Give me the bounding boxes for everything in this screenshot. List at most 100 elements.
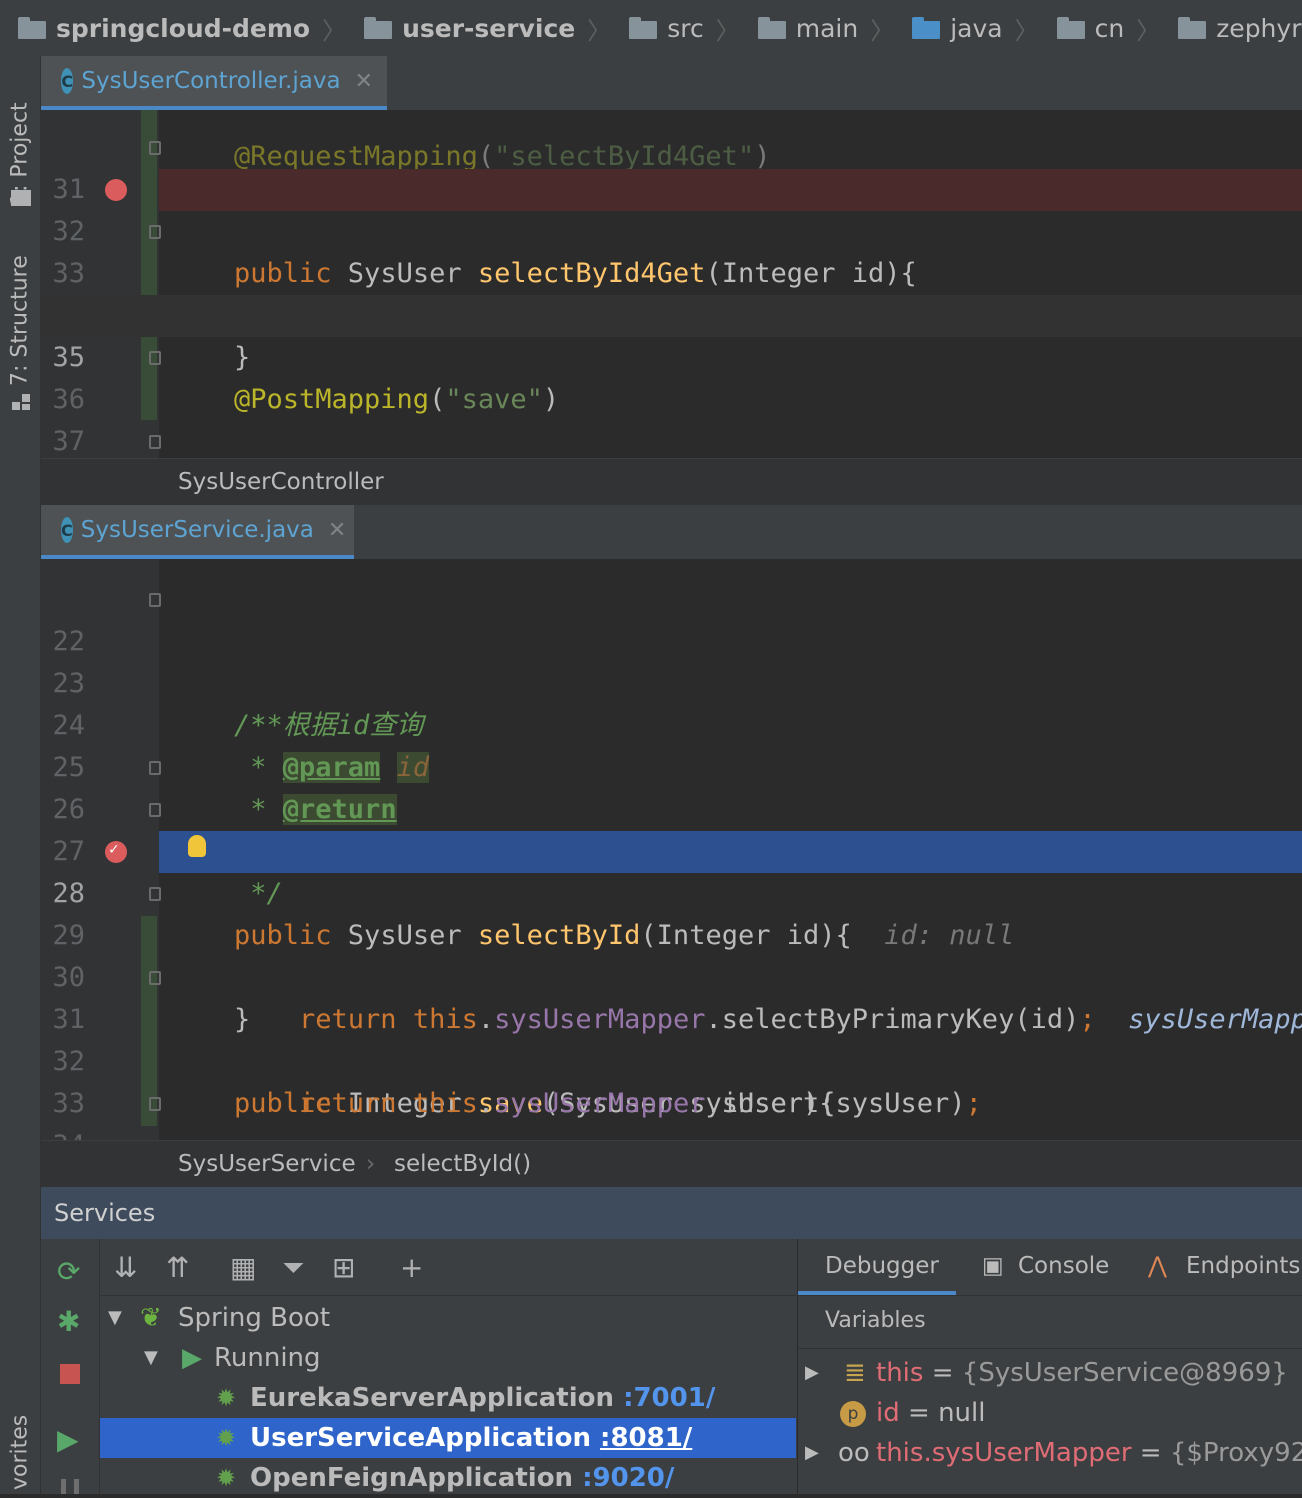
stack-icon: ≣ (844, 1358, 866, 1388)
variable-value: null (938, 1398, 986, 1428)
editor1-code-area[interactable]: @RequestMapping("selectById4Get") 31 pub… (41, 110, 1302, 458)
debugger-panel: Debugger ▣ Console ⋀ Endpoints Variables… (797, 1239, 1302, 1494)
variable-value: {$Proxy92@ (1169, 1438, 1302, 1468)
fold-marker-icon[interactable] (149, 971, 161, 985)
breadcrumb-class[interactable]: SysUserService (178, 1141, 356, 1187)
crumb-zephyr[interactable]: zephyr 〉 (1178, 11, 1302, 46)
services-tree: ▼ ❦ Spring Boot ▼ ▶ Running ✹ EurekaServ… (100, 1296, 796, 1494)
close-icon[interactable]: ✕ (328, 518, 346, 543)
new-tab-icon[interactable]: ⊞ (332, 1251, 355, 1284)
resume-icon[interactable]: ▶ (57, 1423, 79, 1456)
crumb-src[interactable]: src 〉 (629, 11, 740, 46)
code-line-33: 33 (41, 1041, 1302, 1119)
code-line-22: 22 /** (41, 579, 1302, 741)
expand-arrow-icon[interactable]: ▶ (805, 1353, 819, 1393)
tab-sysuserservice[interactable]: C SysUserService.java ✕ (41, 505, 354, 559)
code-line-38: 38 } (41, 421, 1302, 458)
structure-tool-tab[interactable]: 7: Structure (0, 251, 40, 391)
fold-marker-icon[interactable] (149, 225, 161, 239)
crumb-main[interactable]: main 〉 (757, 11, 894, 46)
crumb-java[interactable]: java 〉 (912, 11, 1039, 46)
favorites-tool-tab[interactable]: vorites (0, 1411, 40, 1494)
running-icon: ▶ (182, 1343, 202, 1373)
variable-name: this (876, 1358, 924, 1388)
code-line-26: 26 */ (41, 747, 1302, 909)
tree-node-running[interactable]: ▼ ▶ Running (100, 1338, 796, 1378)
folder-icon (629, 17, 659, 39)
fold-marker-icon[interactable] (149, 803, 161, 817)
expand-arrow-icon[interactable]: ▶ (805, 1433, 819, 1473)
app-name: EurekaServerApplication (250, 1383, 614, 1413)
services-title: Services (54, 1199, 156, 1227)
variables-label: Variables (825, 1308, 926, 1333)
tree-node-label: Running (214, 1343, 321, 1373)
tree-node-spring-boot[interactable]: ▼ ❦ Spring Boot (100, 1298, 796, 1338)
fold-marker-icon[interactable] (149, 1097, 161, 1111)
crumb-label: main (795, 13, 859, 43)
package-icon (1056, 17, 1087, 39)
filter-icon[interactable]: ⏷ (282, 1251, 304, 1285)
module-folder-icon (18, 17, 48, 39)
tab-debugger[interactable]: Debugger (825, 1253, 939, 1279)
fold-marker-icon[interactable] (149, 593, 161, 607)
debug-rerun-icon[interactable]: ✱ (57, 1305, 80, 1338)
breadcrumb-method[interactable]: selectById() (394, 1141, 531, 1187)
fold-marker-icon[interactable] (149, 351, 161, 365)
debug-bug-icon: ✹ (216, 1424, 237, 1452)
fold-marker-icon[interactable] (149, 141, 161, 155)
expand-all-icon[interactable]: ⇊ (114, 1251, 137, 1284)
app-port-link[interactable]: :8081/ (600, 1423, 692, 1453)
tree-node-app[interactable]: ✹ EurekaServerApplication :7001/ (100, 1378, 796, 1418)
expand-arrow-icon[interactable]: ▼ (144, 1338, 158, 1378)
fold-marker-icon[interactable] (149, 887, 161, 901)
package-icon (1178, 17, 1208, 39)
folder-icon (757, 17, 788, 39)
breakpoint-icon[interactable] (105, 179, 127, 201)
collapse-all-icon[interactable]: ⇈ (166, 1251, 189, 1284)
stop-icon[interactable] (60, 1364, 80, 1384)
variable-row[interactable]: p id = null (798, 1393, 1302, 1433)
debug-bug-icon: ✹ (216, 1384, 237, 1412)
project-folder-icon (11, 190, 31, 206)
crumb-label: java (950, 13, 1003, 43)
watch-glasses-icon: oo (838, 1438, 870, 1468)
pause-icon[interactable] (61, 1479, 79, 1494)
crumb-module[interactable]: user-service 〉 (364, 11, 611, 46)
chevron-right-icon: › (366, 1151, 376, 1177)
editor2-code-area[interactable]: 22 /** 23 * 根据id查询 24 * @param id 25 * @… (41, 559, 1302, 1140)
app-name: UserServiceApplication (250, 1423, 591, 1453)
tab-console[interactable]: Console (1018, 1253, 1109, 1279)
tab-endpoints[interactable]: Endpoints (1186, 1253, 1300, 1279)
project-tool-tab[interactable]: 1: Project (0, 74, 40, 234)
code-line-29: 29 } (41, 873, 1302, 1035)
tab-sysusercontroller[interactable]: C SysUserController.java ✕ (41, 56, 387, 110)
breadcrumb-class[interactable]: SysUserController (178, 459, 384, 505)
class-icon: C (61, 517, 73, 543)
code-line-34: 34 } (41, 1083, 1302, 1140)
crumb-project[interactable]: springcloud-demo 〉 (18, 11, 346, 46)
app-port-link[interactable]: :9020/ (582, 1463, 674, 1493)
tree-node-app[interactable]: ✹ OpenFeignApplication :9020/ (100, 1458, 796, 1498)
code-line-34: 34 (41, 253, 1302, 331)
app-port-link[interactable]: :7001/ (623, 1383, 715, 1413)
variable-row[interactable]: ▶ oo this.sysUserMapper = {$Proxy92@ (798, 1433, 1302, 1473)
add-service-icon[interactable]: + (400, 1251, 423, 1284)
code-line-35: 35 @PostMapping("save") (41, 295, 1302, 415)
expand-arrow-icon[interactable]: ▼ (108, 1298, 122, 1338)
variable-row[interactable]: ▶ ≣ this = {SysUserService@8969} (798, 1353, 1302, 1393)
breakpoint-hit-icon[interactable]: ✓ (105, 839, 127, 863)
active-tab-indicator (798, 1291, 956, 1295)
rerun-icon[interactable]: ⟳ (57, 1255, 80, 1288)
crumb-label: zephyr (1216, 13, 1302, 43)
fold-marker-icon[interactable] (149, 761, 161, 775)
lightbulb-icon[interactable] (188, 835, 206, 857)
parameter-icon: p (840, 1401, 866, 1427)
group-by-icon[interactable]: ▦ (230, 1251, 256, 1284)
structure-icon (12, 394, 30, 410)
equals-sign: = (931, 1358, 954, 1388)
tree-node-app-selected[interactable]: ✹ UserServiceApplication :8081/ (100, 1418, 796, 1458)
close-icon[interactable]: ✕ (355, 69, 373, 94)
services-side-toolbar: ⟳ ✱ ▶ (41, 1239, 100, 1494)
crumb-cn[interactable]: cn 〉 (1056, 11, 1160, 46)
fold-marker-icon[interactable] (149, 435, 161, 449)
